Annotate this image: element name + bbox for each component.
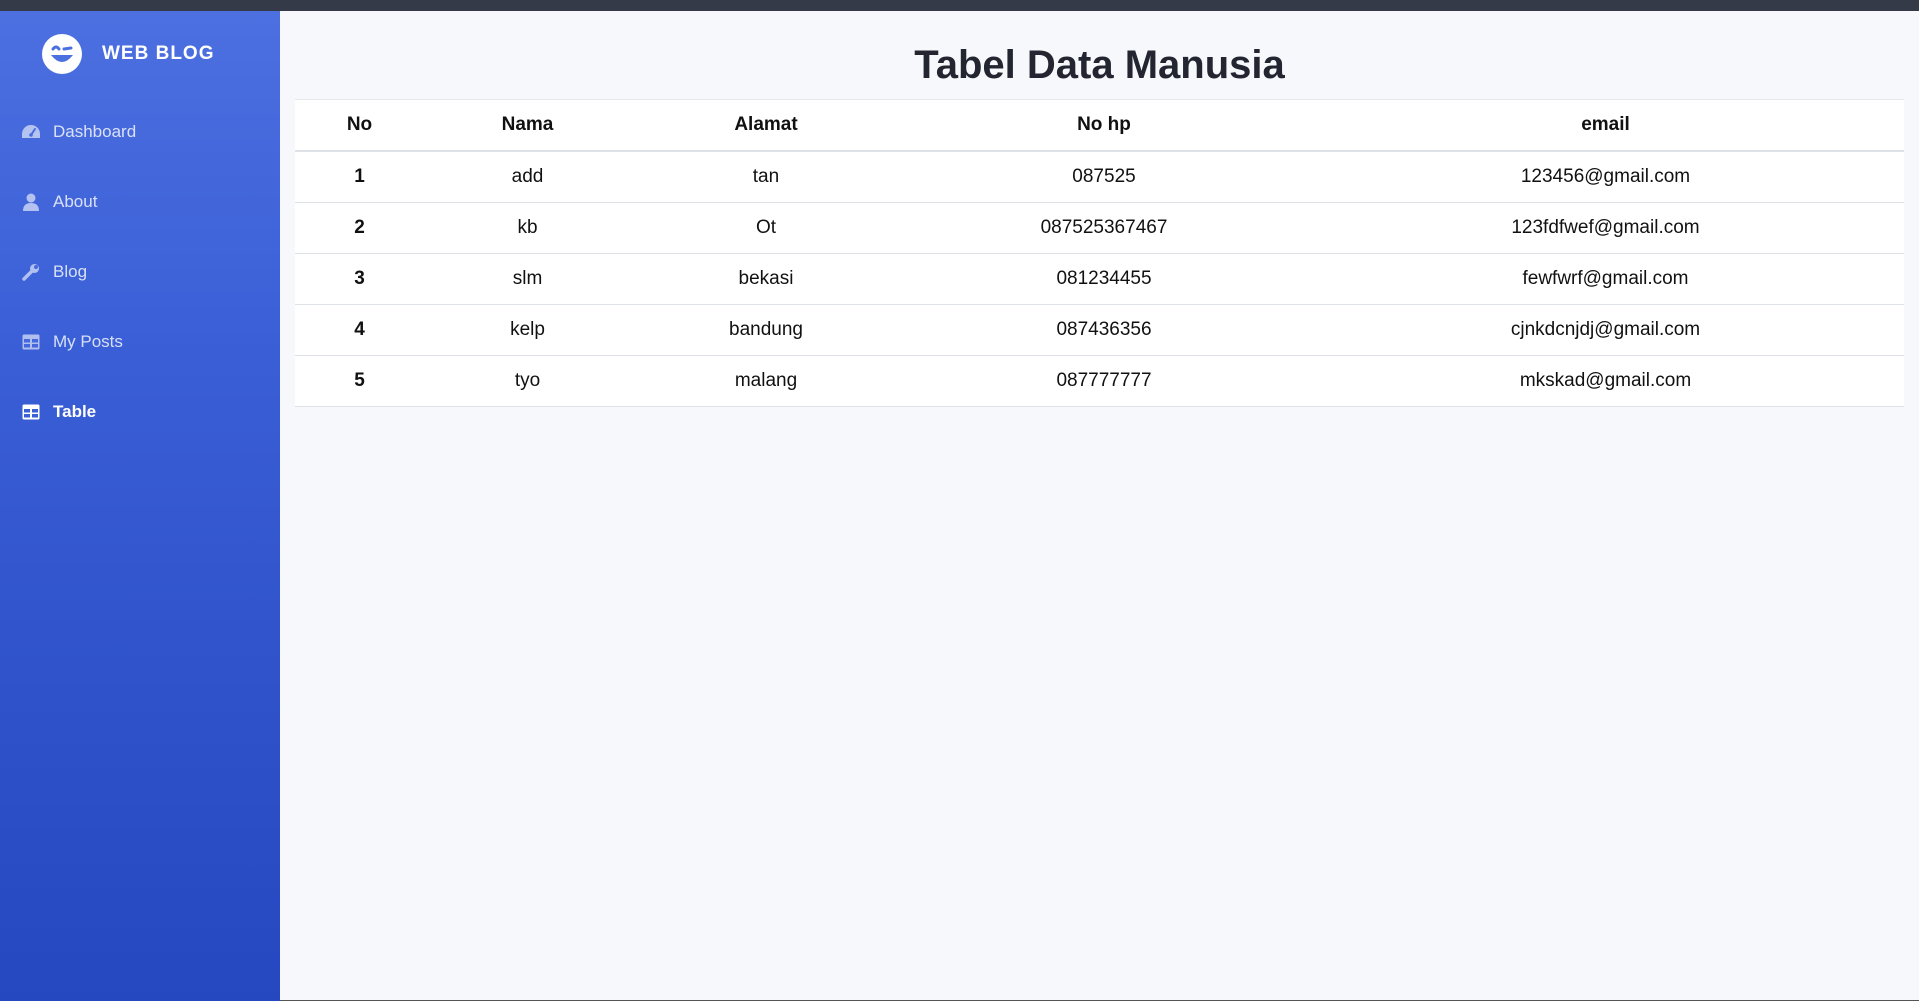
cell-alamat: bekasi — [631, 253, 901, 305]
table-row: 3 slm bekasi 081234455 fewfwrf@gmail.com — [295, 253, 1904, 305]
data-table: No Nama Alamat No hp email 1 add tan 087… — [295, 99, 1904, 407]
grinning-face-icon — [40, 32, 84, 76]
brand-name: WEB BLOG — [102, 43, 215, 64]
gauge-icon — [21, 122, 41, 142]
cell-alamat: malang — [631, 355, 901, 407]
table-row: 1 add tan 087525 123456@gmail.com — [295, 151, 1904, 203]
cell-alamat: bandung — [631, 304, 901, 356]
table-icon — [21, 332, 41, 352]
page-title: Tabel Data Manusia — [914, 43, 1285, 87]
cell-no-hp: 081234455 — [901, 253, 1307, 305]
table-row: 4 kelp bandung 087436356 cjnkdcnjdj@gmai… — [295, 304, 1904, 356]
wrench-icon — [21, 262, 41, 282]
cell-no: 3 — [295, 253, 424, 305]
sidebar-item-label: Blog — [53, 262, 88, 281]
column-header-alamat: Alamat — [631, 99, 901, 152]
cell-nama: kelp — [424, 304, 631, 356]
sidebar: WEB BLOG Dashboard About Blog My Posts T… — [0, 11, 280, 1001]
sidebar-item-label: Dashboard — [53, 122, 137, 141]
cell-nama: tyo — [424, 355, 631, 407]
cell-no: 1 — [295, 151, 424, 203]
sidebar-item-about[interactable]: About — [0, 167, 280, 237]
table-row: 2 kb Ot 087525367467 123fdfwef@gmail.com — [295, 202, 1904, 254]
cell-email: cjnkdcnjdj@gmail.com — [1307, 304, 1904, 356]
cell-nama: slm — [424, 253, 631, 305]
cell-no-hp: 087525 — [901, 151, 1307, 203]
cell-no-hp: 087777777 — [901, 355, 1307, 407]
user-icon — [21, 192, 41, 212]
cell-email: fewfwrf@gmail.com — [1307, 253, 1904, 305]
window-top-bar — [0, 0, 1919, 11]
cell-email: 123456@gmail.com — [1307, 151, 1904, 203]
cell-alamat: tan — [631, 151, 901, 203]
cell-no: 5 — [295, 355, 424, 407]
cell-no: 4 — [295, 304, 424, 356]
sidebar-item-label: Table — [53, 402, 97, 421]
sidebar-item-table[interactable]: Table — [0, 377, 280, 447]
column-header-no: No — [295, 99, 424, 152]
table-header-row: No Nama Alamat No hp email — [295, 99, 1904, 152]
column-header-no-hp: No hp — [901, 99, 1307, 152]
main-content: Tabel Data Manusia No Nama Alamat No hp … — [280, 11, 1919, 1001]
data-table-container: No Nama Alamat No hp email 1 add tan 087… — [295, 99, 1904, 407]
column-header-nama: Nama — [424, 99, 631, 152]
cell-alamat: Ot — [631, 202, 901, 254]
cell-no-hp: 087436356 — [901, 304, 1307, 356]
cell-no-hp: 087525367467 — [901, 202, 1307, 254]
cell-email: 123fdfwef@gmail.com — [1307, 202, 1904, 254]
sidebar-item-dashboard[interactable]: Dashboard — [0, 97, 280, 167]
cell-no: 2 — [295, 202, 424, 254]
cell-email: mkskad@gmail.com — [1307, 355, 1904, 407]
cell-nama: kb — [424, 202, 631, 254]
sidebar-item-label: My Posts — [53, 332, 123, 351]
column-header-email: email — [1307, 99, 1904, 152]
cell-nama: add — [424, 151, 631, 203]
table-icon — [21, 402, 41, 422]
table-row: 5 tyo malang 087777777 mkskad@gmail.com — [295, 355, 1904, 407]
sidebar-item-label: About — [53, 192, 98, 211]
sidebar-item-my-posts[interactable]: My Posts — [0, 307, 280, 377]
sidebar-item-blog[interactable]: Blog — [0, 237, 280, 307]
brand[interactable]: WEB BLOG — [0, 11, 280, 97]
